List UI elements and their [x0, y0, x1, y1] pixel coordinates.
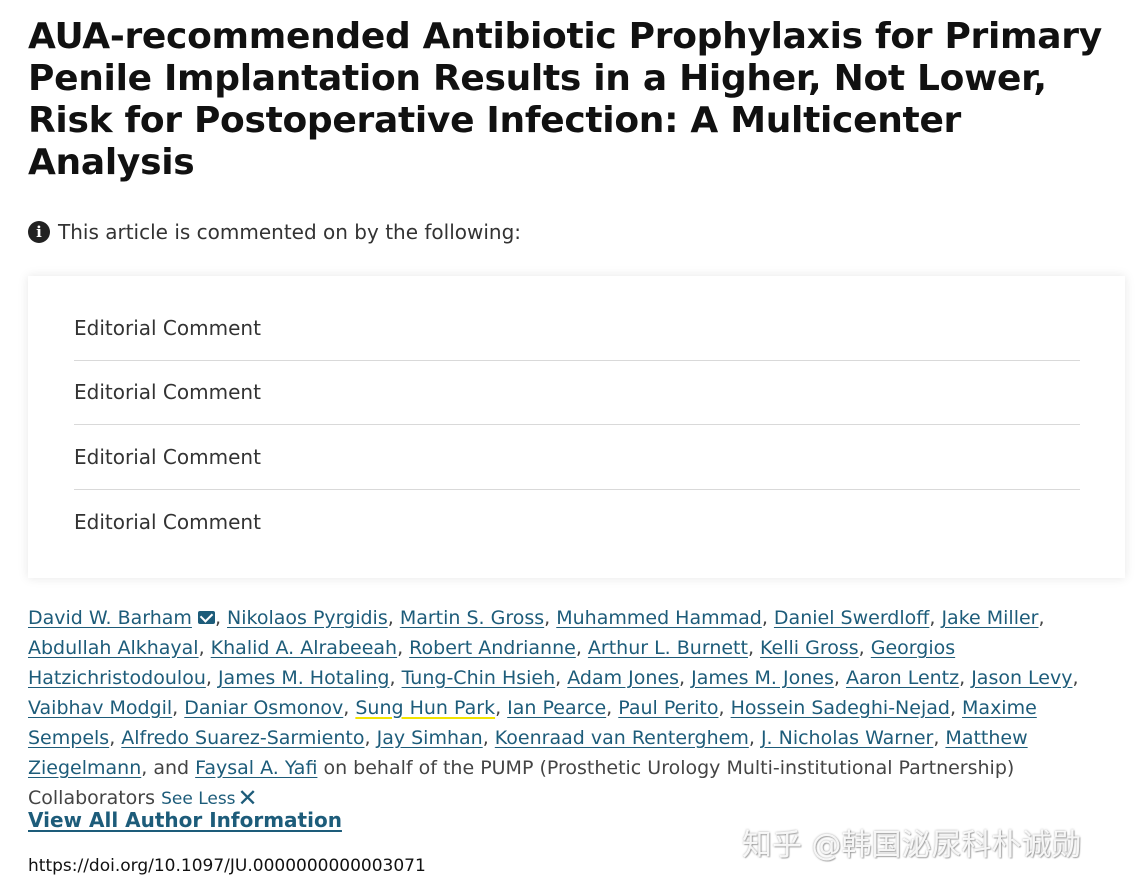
article-title: AUA-recommended Antibiotic Prophylaxis f…: [28, 16, 1102, 183]
doi-text: https://doi.org/10.1097/JU.0000000000003…: [28, 856, 426, 876]
author-link[interactable]: James M. Hotaling: [218, 667, 390, 689]
author-link[interactable]: Khalid A. Alrabeeah: [211, 637, 397, 659]
author-link[interactable]: Robert Andrianne: [409, 637, 576, 659]
author-link[interactable]: Jason Levy: [971, 667, 1072, 689]
author-link[interactable]: Aaron Lentz: [846, 667, 959, 689]
editorial-comment-link[interactable]: Editorial Comment: [74, 425, 1080, 490]
info-circle-icon: i: [28, 221, 50, 243]
author-list: David W. Barham, Nikolaos Pyrgidis, Mart…: [28, 607, 1079, 812]
author-link[interactable]: Abdullah Alkhayal: [28, 637, 199, 659]
author-link[interactable]: Muhammed Hammad: [556, 607, 762, 629]
and-text: and: [153, 757, 190, 779]
author-link[interactable]: Daniar Osmonov: [184, 697, 343, 719]
author-link[interactable]: Faysal A. Yafi: [195, 757, 317, 779]
author-link[interactable]: David W. Barham: [28, 607, 192, 629]
editorial-comment-link[interactable]: Editorial Comment: [74, 296, 1080, 361]
author-link[interactable]: Daniel Swerdloff: [774, 607, 929, 629]
author-link[interactable]: Kelli Gross: [760, 637, 859, 659]
author-link[interactable]: Jay Simhan: [377, 727, 483, 749]
author-link[interactable]: Hossein Sadeghi-Nejad: [731, 697, 950, 719]
comment-note-text: This article is commented on by the foll…: [58, 220, 522, 244]
author-link[interactable]: Alfredo Suarez-Sarmiento: [121, 727, 364, 749]
author-link[interactable]: Adam Jones: [567, 667, 679, 689]
watermark: 知乎 @韩国泌尿科朴诚勋: [742, 828, 1082, 863]
editorial-comment-link[interactable]: Editorial Comment: [74, 361, 1080, 425]
author-link[interactable]: Martin S. Gross: [400, 607, 544, 629]
author-link[interactable]: Ian Pearce: [507, 697, 606, 719]
author-link[interactable]: James M. Jones: [691, 667, 834, 689]
author-link[interactable]: Vaibhav Modgil: [28, 697, 172, 719]
author-link[interactable]: J. Nicholas Warner: [761, 727, 933, 749]
comment-note: i This article is commented on by the fo…: [28, 220, 521, 244]
author-link-highlighted[interactable]: Sung Hun Park: [355, 697, 495, 719]
author-link[interactable]: Nikolaos Pyrgidis: [227, 607, 388, 629]
author-link[interactable]: Jake Miller: [941, 607, 1038, 629]
see-less-button[interactable]: See Less✕: [161, 784, 258, 812]
view-all-author-info-link[interactable]: View All Author Information: [28, 808, 342, 832]
see-less-label: See Less: [161, 789, 236, 809]
author-link[interactable]: Tung-Chin Hsieh: [402, 667, 556, 689]
author-link[interactable]: Arthur L. Burnett: [588, 637, 748, 659]
editorial-comments-list: Editorial Comment Editorial Comment Edit…: [28, 276, 1125, 578]
editorial-comment-link[interactable]: Editorial Comment: [74, 490, 1080, 555]
mail-icon[interactable]: [197, 611, 215, 624]
author-link[interactable]: Koenraad van Renterghem: [495, 727, 749, 749]
author-link[interactable]: Paul Perito: [618, 697, 718, 719]
